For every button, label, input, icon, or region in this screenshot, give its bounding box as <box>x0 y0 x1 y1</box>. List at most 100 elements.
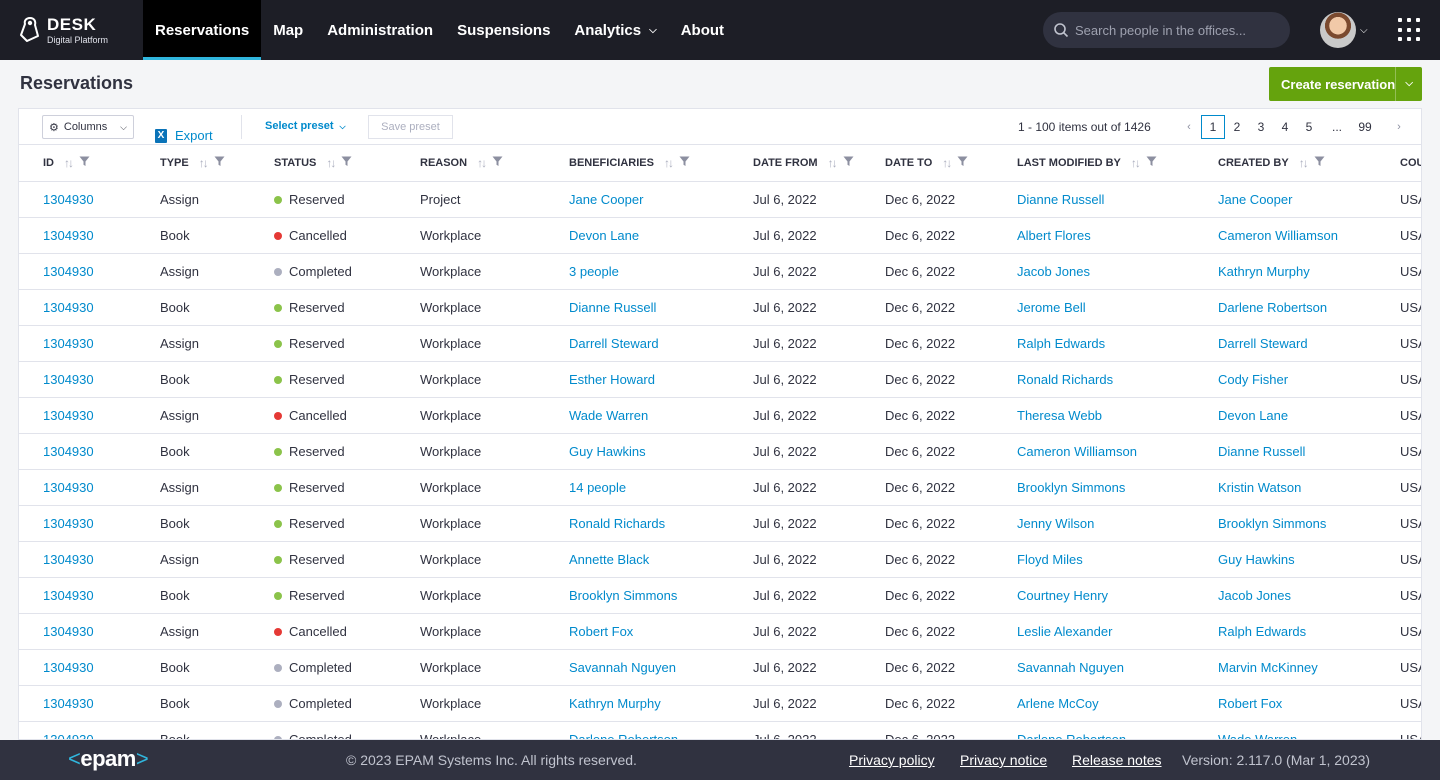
create-reservation-button[interactable]: Create reservation ⌵ <box>1269 67 1422 101</box>
export-button[interactable]: X Export <box>155 128 213 143</box>
filter-icon[interactable] <box>492 156 503 170</box>
sort-icon[interactable]: ↑↓ <box>664 156 674 170</box>
modified-by-link[interactable]: Jerome Bell <box>1017 300 1086 315</box>
beneficiaries-link[interactable]: Darlene Robertson <box>569 732 678 740</box>
beneficiaries-link[interactable]: Dianne Russell <box>569 300 656 315</box>
created-by-link[interactable]: Kristin Watson <box>1218 480 1301 495</box>
cell-modified-by[interactable]: Jacob Jones <box>1017 253 1218 290</box>
page-1[interactable]: 1 <box>1201 115 1225 139</box>
created-by-link[interactable]: Cody Fisher <box>1218 372 1288 387</box>
column-header[interactable]: BENEFICIARIES ↑↓ <box>569 145 753 182</box>
created-by-link[interactable]: Brooklyn Simmons <box>1218 516 1326 531</box>
cell-id[interactable]: 1304930 <box>19 613 160 650</box>
modified-by-link[interactable]: Theresa Webb <box>1017 408 1102 423</box>
id-link[interactable]: 1304930 <box>43 192 94 207</box>
id-link[interactable]: 1304930 <box>43 588 94 603</box>
column-header[interactable]: ID ↑↓ <box>19 145 160 182</box>
table-row[interactable]: 1304930 Book Reserved Workplace Ronald Richa… <box>19 505 1421 542</box>
table-row[interactable]: 1304930 Book Reserved Workplace Brooklyn Sim… <box>19 577 1421 614</box>
beneficiaries-link[interactable]: Esther Howard <box>569 372 655 387</box>
nav-item-about[interactable]: About <box>669 0 736 60</box>
cell-created-by[interactable]: Wade Warren <box>1218 721 1400 740</box>
sort-icon[interactable]: ↑↓ <box>1131 156 1141 170</box>
filter-icon[interactable] <box>341 156 352 170</box>
created-by-link[interactable]: Dianne Russell <box>1218 444 1305 459</box>
user-menu[interactable]: ⌵ <box>1320 12 1368 48</box>
cell-created-by[interactable]: Robert Fox <box>1218 685 1400 722</box>
search-input[interactable] <box>1075 22 1275 38</box>
cell-modified-by[interactable]: Jenny Wilson <box>1017 505 1218 542</box>
id-link[interactable]: 1304930 <box>43 372 94 387</box>
table-row[interactable]: 1304930 Assign Completed Workplace 3 people J… <box>19 253 1421 290</box>
cell-id[interactable]: 1304930 <box>19 469 160 506</box>
cell-beneficiaries[interactable]: 3 people <box>569 253 753 290</box>
filter-icon[interactable] <box>957 156 968 170</box>
modified-by-link[interactable]: Brooklyn Simmons <box>1017 480 1125 495</box>
id-link[interactable]: 1304930 <box>43 660 94 675</box>
nav-item-administration[interactable]: Administration <box>315 0 445 60</box>
cell-beneficiaries[interactable]: Darrell Steward <box>569 325 753 362</box>
created-by-link[interactable]: Ralph Edwards <box>1218 624 1306 639</box>
cell-id[interactable]: 1304930 <box>19 253 160 290</box>
cell-created-by[interactable]: Darrell Steward <box>1218 325 1400 362</box>
cell-modified-by[interactable]: Albert Flores <box>1017 217 1218 254</box>
modified-by-link[interactable]: Courtney Henry <box>1017 588 1108 603</box>
privacy-notice-link[interactable]: Privacy notice <box>960 752 1047 768</box>
column-header[interactable]: DATE TO ↑↓ <box>885 145 1017 182</box>
chevron-down-icon[interactable]: ⌵ <box>1405 78 1413 89</box>
id-link[interactable]: 1304930 <box>43 408 94 423</box>
cell-modified-by[interactable]: Jerome Bell <box>1017 289 1218 326</box>
page-99[interactable]: 99 <box>1353 115 1377 139</box>
column-header[interactable]: COUNTRY <box>1400 145 1421 182</box>
cell-modified-by[interactable]: Courtney Henry <box>1017 577 1218 614</box>
cell-id[interactable]: 1304930 <box>19 289 160 326</box>
next-page-button[interactable]: › <box>1387 115 1411 139</box>
created-by-link[interactable]: Wade Warren <box>1218 732 1297 740</box>
table-row[interactable]: 1304930 Assign Cancelled Workplace Wade Warr… <box>19 397 1421 434</box>
sort-icon[interactable]: ↑↓ <box>942 156 952 170</box>
cell-beneficiaries[interactable]: Kathryn Murphy <box>569 685 753 722</box>
cell-created-by[interactable]: Jacob Jones <box>1218 577 1400 614</box>
table-row[interactable]: 1304930 Assign Reserved Workplace 14 people J… <box>19 469 1421 506</box>
modified-by-link[interactable]: Jenny Wilson <box>1017 516 1094 531</box>
epam-logo[interactable]: <epam> <box>68 746 149 772</box>
beneficiaries-link[interactable]: 14 people <box>569 480 626 495</box>
created-by-link[interactable]: Kathryn Murphy <box>1218 264 1310 279</box>
sort-icon[interactable]: ↑↓ <box>199 156 209 170</box>
sort-icon[interactable]: ↑↓ <box>326 156 336 170</box>
created-by-link[interactable]: Marvin McKinney <box>1218 660 1318 675</box>
filter-icon[interactable] <box>214 156 225 170</box>
beneficiaries-link[interactable]: Savannah Nguyen <box>569 660 676 675</box>
table-row[interactable]: 1304930 Book Reserved Workplace Guy Hawkins J… <box>19 433 1421 470</box>
cell-modified-by[interactable]: Ralph Edwards <box>1017 325 1218 362</box>
table-row[interactable]: 1304930 Assign Reserved Workplace Annette Bl… <box>19 541 1421 578</box>
column-header[interactable]: STATUS ↑↓ <box>274 145 420 182</box>
cell-id[interactable]: 1304930 <box>19 649 160 686</box>
cell-modified-by[interactable]: Floyd Miles <box>1017 541 1218 578</box>
id-link[interactable]: 1304930 <box>43 624 94 639</box>
filter-icon[interactable] <box>843 156 854 170</box>
beneficiaries-link[interactable]: Darrell Steward <box>569 336 659 351</box>
select-preset-dropdown[interactable]: Select preset ⌵ <box>265 120 346 132</box>
cell-beneficiaries[interactable]: 14 people <box>569 469 753 506</box>
modified-by-link[interactable]: Albert Flores <box>1017 228 1091 243</box>
beneficiaries-link[interactable]: Ronald Richards <box>569 516 665 531</box>
created-by-link[interactable]: Darrell Steward <box>1218 336 1308 351</box>
table-row[interactable]: 1304930 Book Completed Workplace Darlene Rob… <box>19 721 1421 740</box>
cell-beneficiaries[interactable]: Ronald Richards <box>569 505 753 542</box>
cell-modified-by[interactable]: Ronald Richards <box>1017 361 1218 398</box>
sort-icon[interactable]: ↑↓ <box>1299 156 1309 170</box>
modified-by-link[interactable]: Dianne Russell <box>1017 192 1104 207</box>
beneficiaries-link[interactable]: Wade Warren <box>569 408 648 423</box>
columns-button[interactable]: ⚙ Columns ⌵ <box>42 115 134 139</box>
nav-item-suspensions[interactable]: Suspensions <box>445 0 562 60</box>
nav-item-analytics[interactable]: Analytics ⌵ <box>562 0 668 60</box>
cell-created-by[interactable]: Cameron Williamson <box>1218 217 1400 254</box>
cell-created-by[interactable]: Marvin McKinney <box>1218 649 1400 686</box>
filter-icon[interactable] <box>679 156 690 170</box>
cell-id[interactable]: 1304930 <box>19 181 160 218</box>
table-row[interactable]: 1304930 Assign Reserved Workplace Darrell St… <box>19 325 1421 362</box>
cell-id[interactable]: 1304930 <box>19 397 160 434</box>
cell-id[interactable]: 1304930 <box>19 541 160 578</box>
avatar[interactable] <box>1320 12 1356 48</box>
